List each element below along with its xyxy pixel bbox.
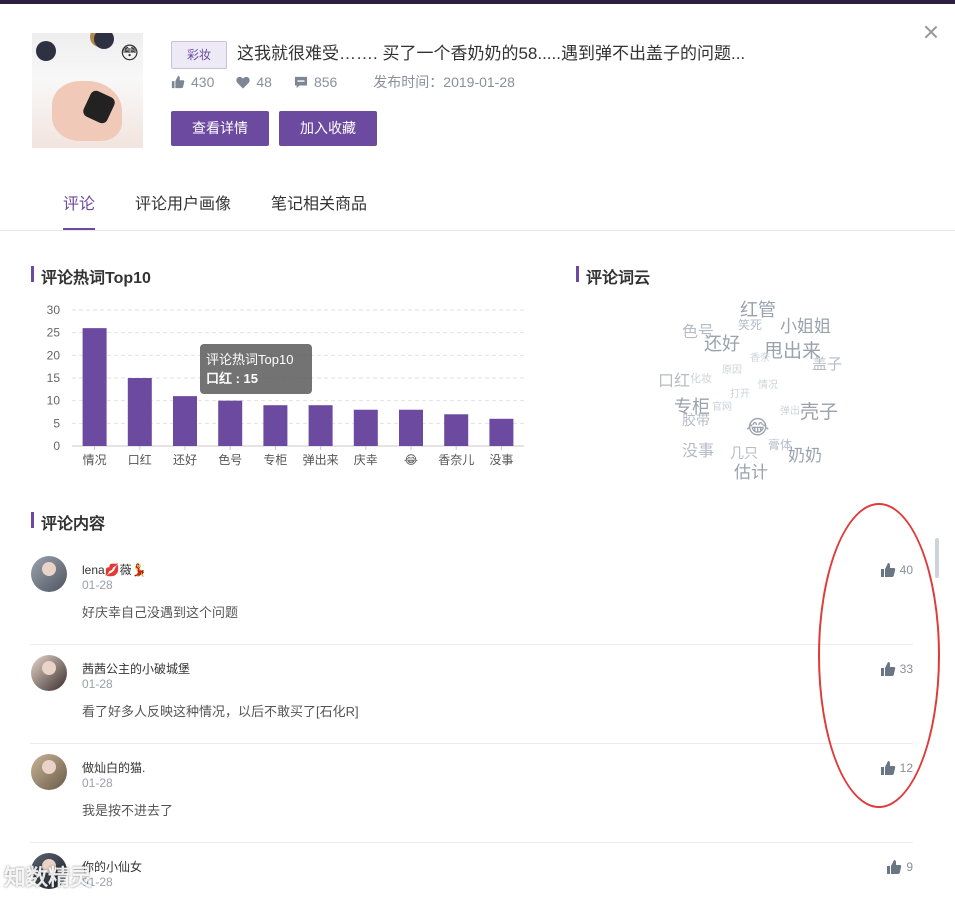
bar-0[interactable] — [82, 328, 107, 446]
close-icon[interactable] — [923, 24, 939, 40]
emoji-icon: 😳 — [120, 43, 139, 63]
comments-count: 856 — [313, 74, 338, 90]
comment-list: lena💋薇💃 01-28 好庆幸自己没遇到这个问题 40 茜茜公主的小破城堡 … — [30, 546, 913, 903]
x-tick-label: 弹出来 — [303, 453, 339, 467]
comment-like-count: 9 — [906, 860, 913, 874]
cloud-word: 奶奶 — [788, 446, 822, 465]
x-tick-label: 庆幸 — [354, 453, 378, 467]
y-tick-label: 30 — [47, 303, 61, 317]
bar-3[interactable] — [218, 400, 243, 446]
comments-section-title: 评论内容 — [31, 510, 105, 534]
tooltip-title: 评论热词Top10 — [206, 352, 294, 367]
x-tick-label: 色号 — [218, 453, 242, 467]
cloud-word: 情况 — [758, 380, 778, 391]
thumbs-up-icon — [887, 860, 902, 874]
x-tick-label: 香奈儿 — [438, 453, 474, 467]
x-tick-label: 情况 — [83, 453, 107, 467]
bar-8[interactable] — [444, 414, 469, 446]
y-tick-label: 5 — [53, 416, 60, 430]
view-details-button[interactable]: 查看详情 — [171, 111, 269, 146]
comment-user-name[interactable]: 做灿白的猫. — [82, 759, 145, 776]
cloud-word: 化妆 — [690, 373, 712, 385]
comment-text: 看了好多人反映这种情况，以后不敢买了[石化R] — [82, 704, 359, 719]
hotwords-section-title: 评论热词Top10 — [31, 264, 151, 288]
cloud-word: 没事 — [682, 443, 715, 460]
likes-stat: 430 — [171, 74, 214, 90]
cloud-word: 壳子 — [800, 402, 839, 423]
comment-like-button[interactable]: 9 — [886, 859, 913, 875]
x-tick-label: 口红 — [128, 452, 152, 467]
comment-item: 茜茜公主的小破城堡 01-28 看了好多人反映这种情况，以后不敢买了[石化R] … — [30, 645, 913, 744]
favorites-count: 48 — [256, 74, 272, 90]
cloud-word: 弹出 — [780, 406, 800, 417]
comment-item: 做灿白的猫. 01-28 我是按不进去了 12 — [30, 744, 913, 843]
add-to-favorites-button[interactable]: 加入收藏 — [279, 111, 377, 146]
tooltip-value: 口红 : 15 — [206, 371, 259, 386]
favorites-stat: 48 — [236, 74, 272, 90]
cloud-word: 笑死 — [738, 318, 763, 332]
comment-time: 01-28 — [82, 578, 113, 592]
comments-stat: 856 — [294, 74, 337, 90]
cloud-word: 😂 — [746, 417, 770, 439]
top-bar — [0, 0, 955, 4]
comment-time: 01-28 — [82, 677, 113, 691]
bar-9[interactable] — [489, 418, 514, 446]
scrollbar-thumb[interactable] — [935, 538, 939, 578]
cloud-word: 盖子 — [812, 356, 843, 373]
comment-text: 好庆幸自己没遇到这个问题 — [82, 605, 239, 620]
cloud-word: 小姐姐 — [780, 317, 831, 336]
cloud-word: 口红 — [658, 373, 691, 390]
note-thumbnail[interactable]: 😳 — [32, 33, 143, 148]
comment-user-name[interactable]: lena💋薇💃 — [82, 561, 147, 578]
heart-icon — [236, 76, 250, 89]
bar-2[interactable] — [173, 396, 197, 446]
publish-time: 发布时间：2019-01-28 — [373, 74, 515, 90]
comment-item: 你的小仙女 01-28 9 — [30, 843, 913, 903]
cloud-word: 香奈 — [750, 353, 770, 364]
tab-bar: 评论 评论用户画像 笔记相关商品 — [0, 176, 955, 231]
bar-7[interactable] — [399, 409, 423, 446]
x-tick-label: 还好 — [173, 453, 197, 467]
annotation-circle — [818, 503, 940, 808]
word-cloud: 红管 色号 笑死 小姐姐 还好 甩出来 盖子 口红 专柜 壳子 胶带 没事 几只 膏体 奶奶 估计 😂 化妆 弹出官… — [650, 292, 870, 482]
comment-icon — [294, 76, 308, 88]
thumbs-up-icon — [171, 75, 185, 89]
y-tick-label: 0 — [53, 439, 60, 453]
bar-1[interactable] — [127, 378, 152, 446]
avatar[interactable] — [31, 655, 67, 691]
y-tick-label: 25 — [47, 326, 61, 340]
note-stats: 430 48 856 发布时间：2019-01-28 — [171, 72, 515, 92]
cloud-word: 还好 — [704, 334, 740, 354]
cloud-word: 胶带 — [682, 412, 710, 428]
bar-4[interactable] — [263, 405, 288, 446]
x-tick-label: 专柜 — [263, 452, 287, 467]
cloud-word: 原因 — [722, 365, 742, 376]
x-tick-label: 😂 — [404, 453, 418, 467]
bar-6[interactable] — [353, 409, 378, 446]
avatar[interactable] — [31, 556, 67, 592]
avatar[interactable] — [31, 754, 67, 790]
bar-5[interactable] — [308, 405, 333, 446]
tab-user-profile[interactable]: 评论用户画像 — [135, 190, 231, 214]
likes-count: 430 — [191, 74, 215, 90]
comment-user-name[interactable]: 茜茜公主的小破城堡 — [82, 660, 190, 677]
tab-comments[interactable]: 评论 — [63, 190, 96, 230]
x-tick-label: 没事 — [489, 452, 513, 467]
note-title: 这我就很难受……. 买了一个香奶奶的58.....遇到弹不出盖子的问题... — [237, 44, 746, 63]
watermark: 知数精灵 — [4, 865, 93, 890]
chart-tooltip: 评论热词Top10 口红 : 15 — [200, 344, 312, 394]
wordcloud-section-title: 评论词云 — [576, 264, 650, 288]
cloud-word: 打开 — [730, 389, 750, 400]
y-tick-label: 10 — [47, 394, 61, 408]
cloud-word: 估计 — [734, 463, 768, 482]
comment-item: lena💋薇💃 01-28 好庆幸自己没遇到这个问题 40 — [30, 546, 913, 645]
cloud-word: 官网 — [712, 402, 732, 413]
category-tag: 彩妆 — [171, 41, 227, 69]
comment-text: 我是按不进去了 — [82, 803, 174, 818]
tab-related-products[interactable]: 笔记相关商品 — [271, 190, 367, 214]
y-tick-label: 20 — [47, 348, 61, 362]
y-tick-label: 15 — [47, 371, 61, 385]
comment-time: 01-28 — [82, 776, 113, 790]
